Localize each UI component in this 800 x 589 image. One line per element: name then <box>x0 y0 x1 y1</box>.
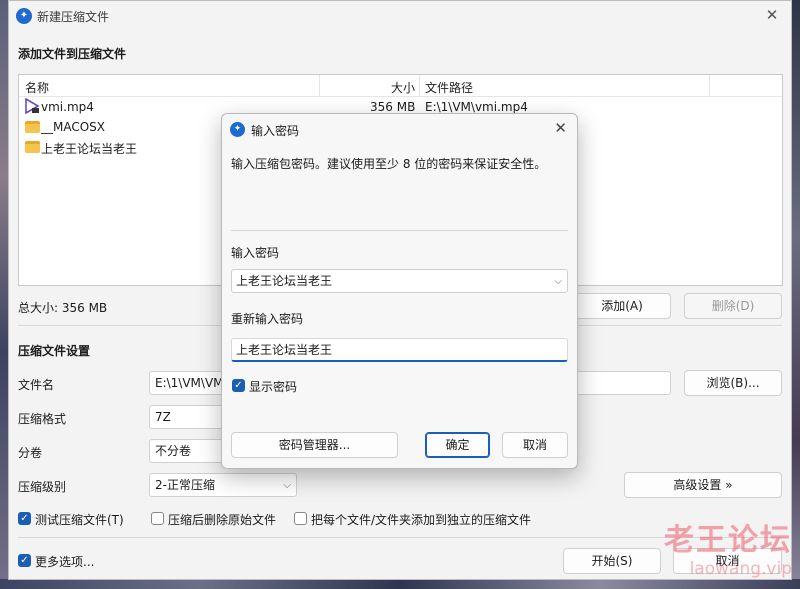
cancel-button[interactable]: 取消 <box>673 548 782 574</box>
password-dialog: ✦ 输入密码 ✕ 输入压缩包密码。建议使用至少 8 位的密码来保证安全性。 输入… <box>221 113 578 469</box>
password-value: 上老王论坛当老王 <box>236 274 333 288</box>
filename-label: 文件名 <box>18 378 55 392</box>
app-logo-icon: ✦ <box>230 122 245 137</box>
browse-button[interactable]: 浏览(B)... <box>684 370 782 396</box>
delete-after-label[interactable]: 压缩后删除原始文件 <box>168 511 276 528</box>
show-password-label[interactable]: 显示密码 <box>249 378 297 395</box>
dialog-title-bar: ✦ 输入密码 ✕ <box>222 114 577 144</box>
column-path[interactable]: 文件路径 <box>425 79 473 96</box>
split-value: 不分卷 <box>155 444 192 458</box>
add-files-section-title: 添加文件到压缩文件 <box>18 47 127 61</box>
file-name: __MACOSX <box>41 120 106 134</box>
password-combo[interactable]: 上老王论坛当老王 ⌵ <box>231 269 568 293</box>
divider <box>18 537 782 538</box>
total-size: 总大小: 356 MB <box>18 301 108 315</box>
close-icon[interactable]: ✕ <box>554 119 567 137</box>
dialog-title: 输入密码 <box>251 124 300 138</box>
ok-button[interactable]: 确定 <box>425 432 490 458</box>
app-logo-icon: ✦ <box>16 8 32 24</box>
folder-icon <box>25 121 40 133</box>
show-password-checkbox[interactable]: ✓ <box>232 379 245 392</box>
settings-section-title: 压缩文件设置 <box>18 344 91 358</box>
delete-after-checkbox[interactable] <box>151 512 164 525</box>
dialog-cancel-button[interactable]: 取消 <box>502 432 568 458</box>
desktop-background-right <box>791 0 800 589</box>
column-size[interactable]: 大小 <box>391 79 415 96</box>
test-archive-checkbox[interactable]: ✓ <box>18 512 31 525</box>
column-name[interactable]: 名称 <box>25 79 49 96</box>
window-title: 新建压缩文件 <box>37 10 110 24</box>
format-label: 压缩格式 <box>18 412 67 426</box>
separate-archives-checkbox[interactable] <box>294 512 307 525</box>
level-label: 压缩级别 <box>18 480 67 494</box>
chevron-down-icon: ⌵ <box>283 480 291 491</box>
file-size: 356 MB <box>370 100 416 114</box>
file-name: 上老王论坛当老王 <box>41 142 138 156</box>
format-value: 7Z <box>155 410 171 424</box>
level-value: 2-正常压缩 <box>155 478 215 492</box>
close-icon[interactable]: ✕ <box>763 6 781 24</box>
dialog-hint: 输入压缩包密码。建议使用至少 8 位的密码来保证安全性。 <box>231 157 547 171</box>
file-list-header: 名称 大小 文件路径 <box>19 75 782 97</box>
title-bar: ✦ 新建压缩文件 ✕ <box>9 1 791 31</box>
video-file-icon <box>25 98 40 114</box>
repeat-password-label: 重新输入密码 <box>231 312 304 326</box>
repeat-password-input[interactable]: 上老王论坛当老王 <box>231 338 568 362</box>
more-options-checkbox[interactable]: ✓ <box>18 554 31 567</box>
file-name: vmi.mp4 <box>41 100 94 114</box>
add-button[interactable]: 添加(A) <box>573 293 671 319</box>
level-select[interactable]: 2-正常压缩 ⌵ <box>149 473 297 497</box>
start-button[interactable]: 开始(S) <box>563 548 661 574</box>
advanced-settings-button[interactable]: 高级设置 » <box>624 472 782 498</box>
desktop-background-bottom <box>0 579 800 589</box>
chevron-down-icon: ⌵ <box>554 276 562 287</box>
folder-icon <box>25 141 40 153</box>
repeat-password-value: 上老王论坛当老王 <box>236 343 333 357</box>
divider <box>231 230 568 231</box>
file-path: E:\1\VM\vmi.mp4 <box>425 100 528 114</box>
password-label: 输入密码 <box>231 246 280 260</box>
separate-archives-label[interactable]: 把每个文件/文件夹添加到独立的压缩文件 <box>311 511 531 528</box>
password-manager-button[interactable]: 密码管理器... <box>231 432 398 458</box>
test-archive-label[interactable]: 测试压缩文件(T) <box>35 511 124 528</box>
delete-button[interactable]: 删除(D) <box>684 293 782 319</box>
split-label: 分卷 <box>18 446 43 460</box>
more-options-label[interactable]: 更多选项... <box>35 553 94 570</box>
